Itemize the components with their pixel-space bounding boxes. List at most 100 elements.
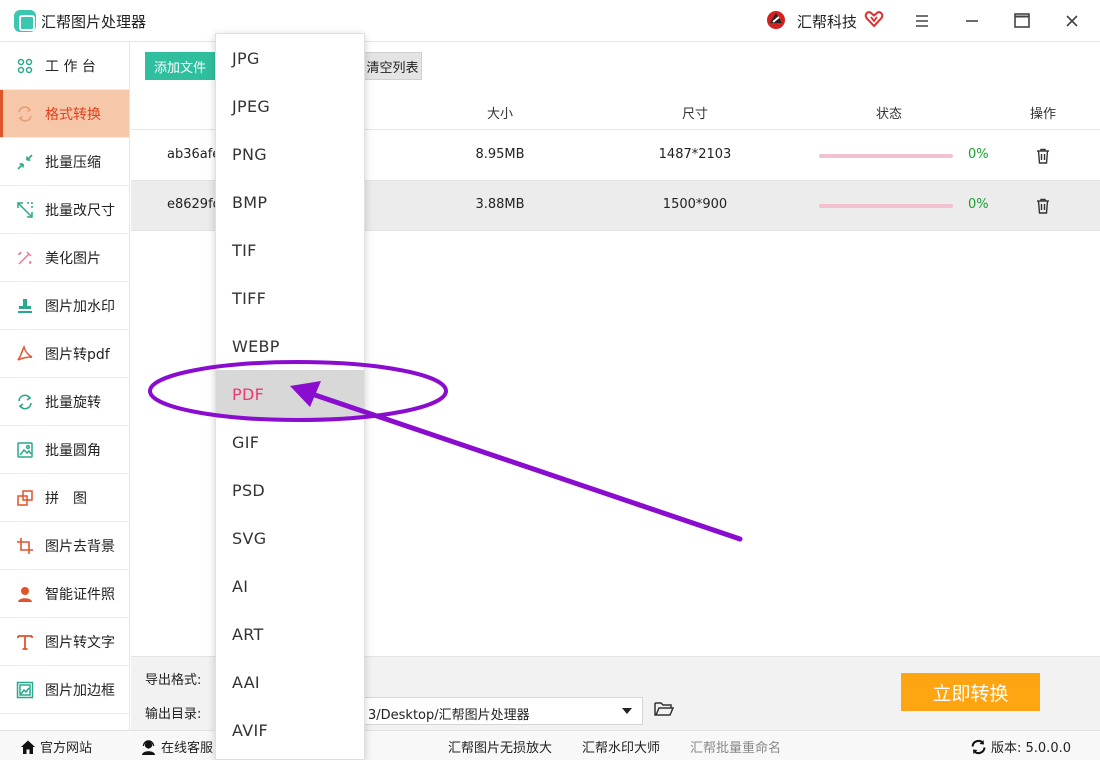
home-icon [21, 740, 35, 754]
collage-icon [16, 489, 34, 507]
support-agent-icon [142, 739, 155, 755]
footer-link-rename[interactable]: 汇帮批量重命名 [690, 737, 781, 756]
resize-icon [16, 201, 34, 219]
pointer-arrow-line [309, 391, 743, 542]
sidebar-item-label: 批量压缩 [45, 154, 101, 171]
sidebar-item-round-corner[interactable]: 批量圆角 [0, 426, 129, 474]
format-option-tiff[interactable]: TIFF [216, 274, 364, 322]
file-dimensions: 1500*900 [662, 197, 728, 212]
format-option-jpeg[interactable]: JPEG [216, 82, 364, 130]
export-format-dropdown[interactable]: JPG JPEG PNG BMP TIF TIFF WEBP PDF GIF P… [215, 33, 365, 760]
app-window: 汇帮图片处理器 汇帮科技 工 作 台 格式转换 批量压缩 批量改尺寸 美化图片 … [0, 0, 1100, 760]
format-option-pdf[interactable]: PDF [216, 370, 364, 418]
sidebar-item-workbench[interactable]: 工 作 台 [0, 42, 129, 90]
progress-percent: 0% [968, 197, 989, 212]
official-site-link[interactable]: 官方网站 [20, 737, 92, 756]
format-option-bmp[interactable]: BMP [216, 178, 364, 226]
sidebar-item-label: 图片转文字 [45, 634, 115, 651]
sidebar-item-beautify[interactable]: 美化图片 [0, 234, 129, 282]
progress-bar [819, 204, 953, 208]
brand-logo-icon [767, 11, 785, 29]
output-dir-label: 输出目录: [145, 707, 202, 722]
format-option-psd[interactable]: PSD [216, 466, 364, 514]
sidebar-item-to-pdf[interactable]: 图片转pdf [0, 330, 129, 378]
frame-icon [16, 681, 34, 699]
file-name: ab36afe [167, 147, 221, 162]
version-label: 版本: 5.0.0.0 [991, 741, 1071, 756]
chevron-down-icon [622, 708, 632, 714]
file-name: e8629fd [167, 197, 221, 212]
format-option-art[interactable]: ART [216, 610, 364, 658]
crop-icon [16, 537, 34, 555]
file-dimensions: 1487*2103 [658, 147, 732, 162]
trash-icon[interactable] [1034, 197, 1052, 215]
pdf-icon [16, 344, 34, 363]
menu-icon[interactable] [910, 9, 934, 33]
minimize-icon[interactable] [960, 9, 984, 33]
round-corner-icon [16, 441, 34, 459]
format-option-jpg[interactable]: JPG [216, 34, 364, 82]
vip-heart-icon[interactable] [864, 9, 884, 29]
sidebar-item-to-text[interactable]: 图片转文字 [0, 618, 129, 666]
sidebar: 工 作 台 格式转换 批量压缩 批量改尺寸 美化图片 图片加水印 图片转pdf [0, 42, 130, 730]
header-size: 大小 [486, 107, 514, 122]
file-size: 8.95MB [475, 147, 525, 162]
sidebar-item-label: 图片加水印 [45, 298, 115, 315]
folder-open-icon[interactable] [653, 699, 675, 719]
sidebar-item-compress[interactable]: 批量压缩 [0, 138, 129, 186]
progress-bar [819, 154, 953, 158]
sidebar-item-collage[interactable]: 拼 图 [0, 474, 129, 522]
sidebar-item-label: 格式转换 [45, 106, 101, 123]
sidebar-item-label: 智能证件照 [45, 586, 115, 603]
sidebar-item-watermark[interactable]: 图片加水印 [0, 282, 129, 330]
compress-icon [16, 153, 34, 171]
format-option-ai[interactable]: AI [216, 562, 364, 610]
header-dimensions: 尺寸 [681, 107, 709, 122]
sidebar-item-rotate[interactable]: 批量旋转 [0, 378, 129, 426]
format-option-svg[interactable]: SVG [216, 514, 364, 562]
app-logo-icon [14, 10, 36, 32]
footer-link-upscale[interactable]: 汇帮图片无损放大 [448, 737, 552, 756]
file-size: 3.88MB [475, 197, 525, 212]
format-option-aai[interactable]: AAI [216, 658, 364, 706]
text-icon [16, 633, 34, 651]
sidebar-item-label: 美化图片 [45, 250, 101, 267]
beautify-icon [16, 249, 34, 267]
grid-icon [16, 57, 34, 75]
person-icon [16, 585, 34, 603]
trash-icon[interactable] [1034, 147, 1052, 165]
sidebar-item-label: 图片去背景 [45, 538, 115, 555]
format-option-gif[interactable]: GIF [216, 418, 364, 466]
footer-link-watermark[interactable]: 汇帮水印大师 [582, 737, 660, 756]
brand-name: 汇帮科技 [797, 13, 858, 31]
format-option-tif[interactable]: TIF [216, 226, 364, 274]
sidebar-item-resize[interactable]: 批量改尺寸 [0, 186, 129, 234]
add-file-button[interactable]: 添加文件 [145, 52, 215, 80]
clear-list-button[interactable]: 清空列表 [363, 52, 422, 80]
output-dir-value: 3/Desktop/汇帮图片处理器 [368, 708, 530, 723]
sidebar-item-remove-bg[interactable]: 图片去背景 [0, 522, 129, 570]
convert-now-button[interactable]: 立即转换 [901, 673, 1040, 711]
online-support-link[interactable]: 在线客服 [140, 737, 213, 756]
header-action: 操作 [1029, 107, 1057, 122]
official-site-label: 官方网站 [40, 741, 93, 756]
sidebar-item-format-convert[interactable]: 格式转换 [0, 90, 129, 138]
sidebar-item-label: 批量改尺寸 [45, 202, 115, 219]
title-bar: 汇帮图片处理器 汇帮科技 [0, 0, 1100, 42]
version-info[interactable]: 版本: 5.0.0.0 [970, 737, 1071, 756]
format-option-avif[interactable]: AVIF [216, 706, 364, 754]
sidebar-item-label: 图片加边框 [45, 682, 115, 699]
footer: 官方网站 在线客服 汇帮图片无损放大 汇帮水印大师 汇帮批量重命名 版本: 5.… [0, 730, 1100, 760]
sidebar-item-id-photo[interactable]: 智能证件照 [0, 570, 129, 618]
close-icon[interactable] [1060, 9, 1084, 33]
sidebar-item-frame[interactable]: 图片加边框 [0, 666, 129, 714]
format-option-png[interactable]: PNG [216, 130, 364, 178]
sidebar-item-label: 工 作 台 [45, 58, 96, 75]
sidebar-item-label: 拼 图 [45, 490, 87, 507]
sidebar-item-label: 批量圆角 [45, 442, 101, 459]
export-format-label: 导出格式: [145, 673, 202, 688]
format-option-webp[interactable]: WEBP [216, 322, 364, 370]
maximize-icon[interactable] [1010, 9, 1034, 33]
sidebar-item-label: 图片转pdf [45, 346, 110, 363]
refresh-icon [971, 739, 986, 754]
